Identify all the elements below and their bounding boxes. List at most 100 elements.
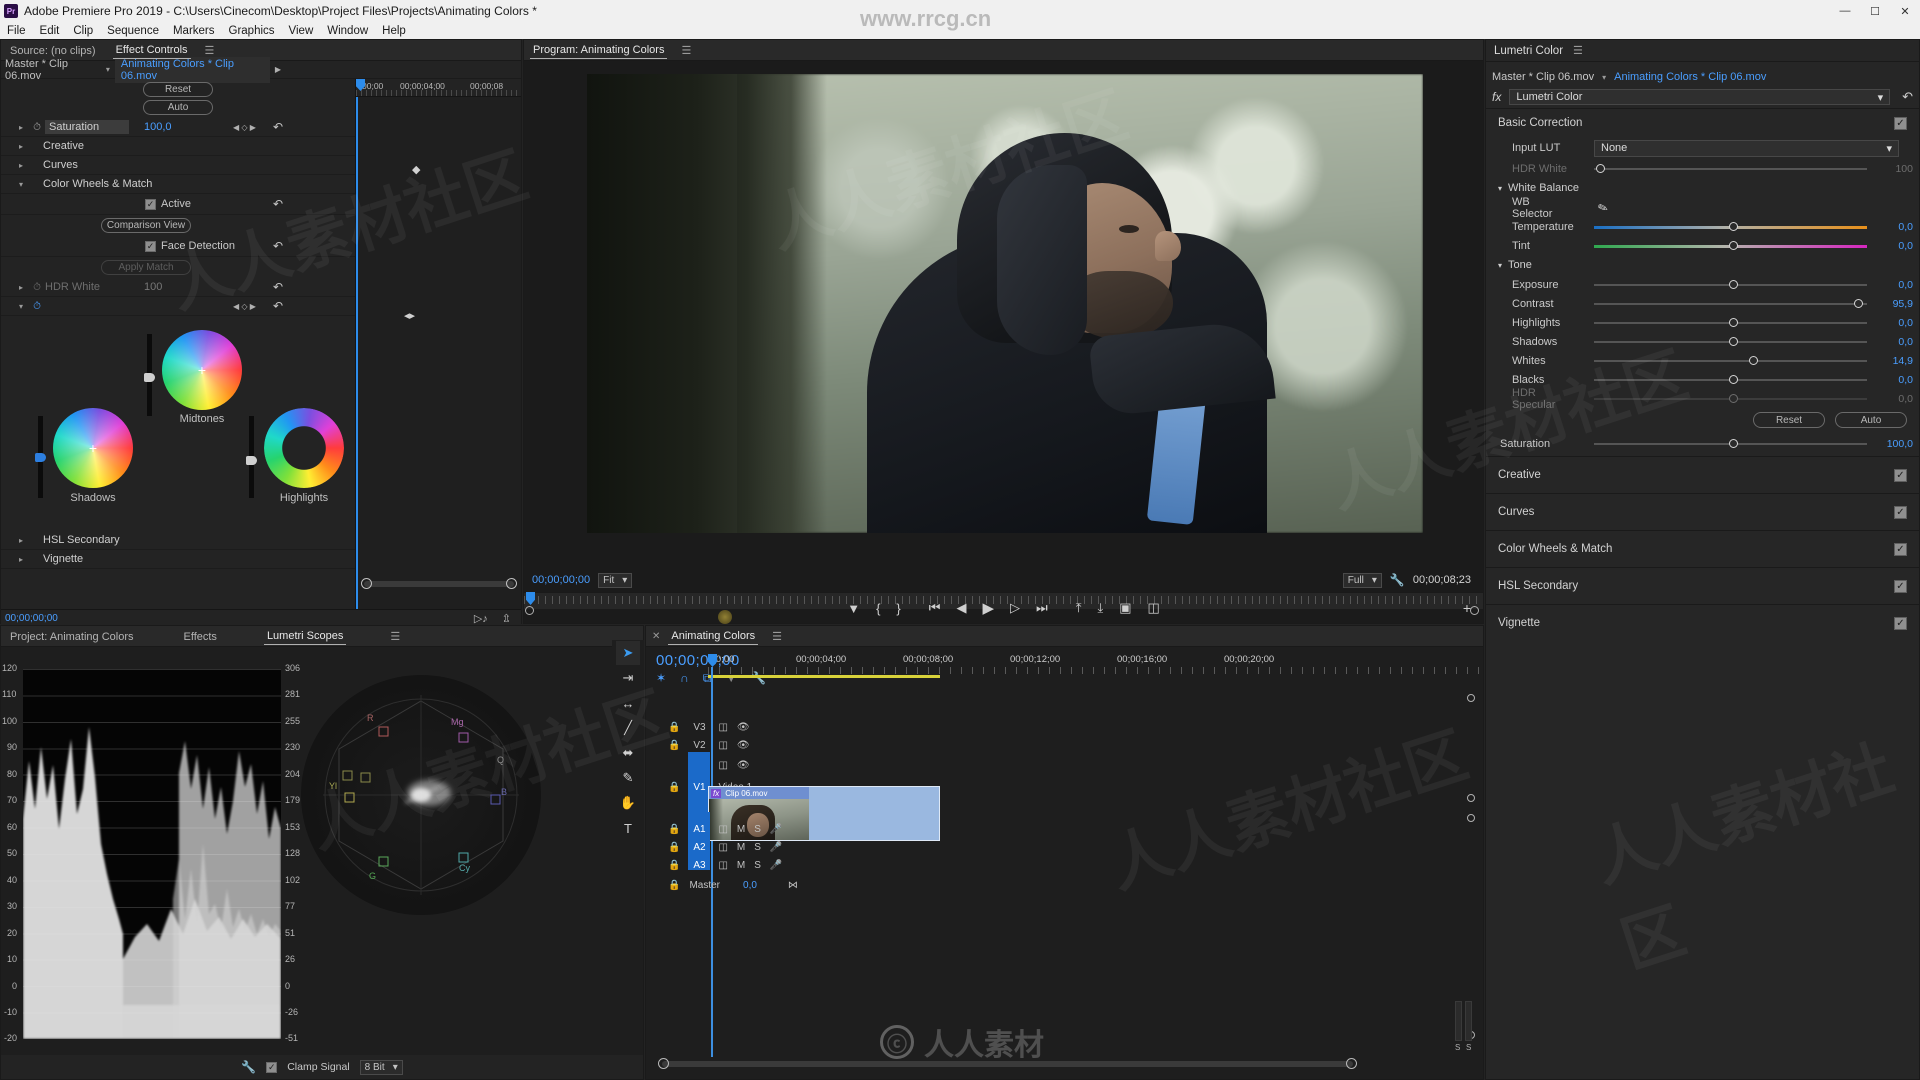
- target-track-icon[interactable]: ◫: [718, 860, 727, 871]
- ec-export-icon[interactable]: ⇫: [502, 612, 511, 625]
- nest-sequence-icon[interactable]: ✶: [656, 671, 666, 686]
- master-track-value[interactable]: 0,0: [743, 880, 757, 891]
- add-marker-icon[interactable]: ▼: [847, 601, 860, 616]
- program-quality-select[interactable]: Full ▾: [1342, 572, 1382, 588]
- minimize-button[interactable]: —: [1830, 0, 1860, 22]
- eye-icon[interactable]: 👁: [737, 740, 750, 751]
- ec-reset-param-icon[interactable]: ↶: [273, 239, 283, 253]
- track-header-a3[interactable]: 🔒 A3 ◫ M S 🎤: [668, 854, 868, 876]
- ec-timeline-ruler[interactable]: 00;00 00;00;04;00 00;00;08: [356, 79, 521, 97]
- voiceover-icon[interactable]: 🎤: [770, 842, 782, 853]
- eye-icon[interactable]: 👁: [737, 760, 750, 771]
- maximize-button[interactable]: ☐: [1860, 0, 1890, 22]
- row-shadows[interactable]: Shadows 0,0: [1486, 332, 1919, 351]
- stopwatch-icon[interactable]: ⏱: [29, 122, 45, 133]
- menu-item-markers[interactable]: Markers: [166, 25, 222, 37]
- bit-depth-select[interactable]: 8 Bit ▾: [359, 1059, 403, 1075]
- temperature-value[interactable]: 0,0: [1898, 221, 1913, 233]
- timeline-menu-icon[interactable]: ☰: [772, 630, 782, 643]
- selection-tool[interactable]: ➤: [616, 641, 640, 665]
- expand-arrow-icon[interactable]: ▸: [13, 123, 29, 132]
- voiceover-icon[interactable]: 🎤: [770, 860, 782, 871]
- program-current-timecode[interactable]: 00;00;00;00: [532, 574, 590, 586]
- whites-value[interactable]: 14,9: [1893, 355, 1913, 367]
- program-fit-select[interactable]: Fit ▾: [598, 572, 633, 588]
- extract-icon[interactable]: ⤓: [1097, 600, 1103, 616]
- target-track-icon[interactable]: ◫: [718, 722, 727, 733]
- wrench-icon[interactable]: 🔧: [1390, 573, 1405, 587]
- close-icon[interactable]: ✕: [652, 631, 660, 642]
- effect-controls-timeline[interactable]: 00;00 00;00;04;00 00;00;08 ◆ ◂▸: [356, 79, 521, 609]
- waveform-scope[interactable]: [23, 669, 281, 1039]
- row-wb-selector[interactable]: WB Selector ✎: [1486, 196, 1919, 220]
- ec-play-audio-icon[interactable]: ▷♪: [474, 612, 488, 625]
- menu-item-window[interactable]: Window: [320, 25, 375, 37]
- clamp-signal-checkbox[interactable]: ✓: [266, 1061, 278, 1073]
- row-temperature[interactable]: Temperature 0,0: [1486, 217, 1919, 236]
- row-exposure[interactable]: Exposure 0,0: [1486, 275, 1919, 294]
- shadows-luma-knob[interactable]: [35, 453, 46, 462]
- hsl-secondary-checkbox[interactable]: ✓: [1894, 579, 1907, 593]
- blacks-knob[interactable]: [1728, 375, 1738, 384]
- blacks-value[interactable]: 0,0: [1898, 374, 1913, 386]
- collapse-arrow-icon[interactable]: ▾: [1498, 184, 1502, 193]
- highlights-value[interactable]: 0,0: [1898, 317, 1913, 329]
- chevron-down-icon[interactable]: ▾: [1602, 73, 1606, 82]
- play-icon[interactable]: ▶: [982, 599, 994, 617]
- ec-row-curves[interactable]: ▸ Curves: [1, 156, 355, 175]
- midtones-handle[interactable]: +: [198, 363, 206, 377]
- slip-tool[interactable]: ⬌: [616, 741, 640, 765]
- lock-icon[interactable]: 🔒: [668, 842, 680, 853]
- collapse-arrow-icon[interactable]: ▾: [13, 180, 29, 189]
- program-video-frame[interactable]: [587, 74, 1423, 533]
- mute-button-a1[interactable]: M: [737, 824, 745, 835]
- row-tint[interactable]: Tint 0,0: [1486, 236, 1919, 255]
- basic-correction-header[interactable]: Basic Correction ✓: [1486, 109, 1919, 137]
- section-hsl-secondary[interactable]: HSL Secondary ✓: [1486, 567, 1919, 604]
- ec-row-color-wheels-match[interactable]: ▾ Color Wheels & Match: [1, 175, 355, 194]
- shadows-knob[interactable]: [1728, 337, 1738, 346]
- audio-meter-label-left[interactable]: S: [1455, 1043, 1460, 1052]
- timeline-scroll-handle-mid[interactable]: [1467, 794, 1475, 802]
- track-label-v1[interactable]: V1: [689, 782, 709, 793]
- track-label-v2[interactable]: V2: [689, 740, 709, 751]
- hand-tool[interactable]: ✋: [616, 791, 640, 815]
- tab-sequence[interactable]: Animating Colors: [668, 627, 759, 645]
- input-lut-select[interactable]: None ▾: [1594, 139, 1899, 157]
- ec-reset-param-icon[interactable]: ↶: [273, 197, 283, 211]
- track-header-master[interactable]: 🔒 Master 0,0 ⋈: [668, 874, 888, 896]
- checkbox-icon[interactable]: ✓: [145, 198, 156, 210]
- tint-value[interactable]: 0,0: [1898, 240, 1913, 252]
- voiceover-icon[interactable]: 🎤: [770, 824, 782, 835]
- section-vignette[interactable]: Vignette ✓: [1486, 604, 1919, 641]
- master-meter-icon[interactable]: ⋈: [788, 880, 798, 891]
- ec-keyframe-nav[interactable]: ◀ ◇ ▶: [233, 123, 256, 132]
- step-back-icon[interactable]: ◀: [956, 600, 966, 616]
- track-select-forward-tool[interactable]: ⇥: [616, 666, 640, 690]
- track-label-a2[interactable]: A2: [689, 842, 709, 853]
- expand-arrow-icon[interactable]: ▸: [13, 536, 29, 545]
- solo-button-a3[interactable]: S: [754, 860, 761, 871]
- basic-correction-checkbox[interactable]: ✓: [1894, 116, 1907, 130]
- ec-reset-param-icon[interactable]: ↶: [273, 280, 283, 294]
- tone-reset-button[interactable]: Reset: [1753, 412, 1825, 428]
- collapse-arrow-icon[interactable]: ▾: [13, 302, 29, 311]
- timeline-scroll-handle-low[interactable]: [1467, 814, 1475, 822]
- highlights-color-wheel[interactable]: [264, 408, 344, 488]
- timeline-zoom-scrollbar[interactable]: [658, 1058, 1357, 1069]
- ec-expand-icon[interactable]: ▶: [275, 65, 281, 74]
- ec-row-vignette[interactable]: ▸ Vignette: [1, 550, 355, 569]
- go-to-in-icon[interactable]: ⏮: [929, 600, 941, 616]
- ec-checkbox-active-wrap[interactable]: ✓ Active: [145, 198, 191, 210]
- creative-checkbox[interactable]: ✓: [1894, 468, 1907, 482]
- tone-auto-button[interactable]: Auto: [1835, 412, 1907, 428]
- chevron-down-icon[interactable]: ▾: [106, 65, 110, 74]
- highlights-luma-knob[interactable]: [246, 456, 257, 465]
- mute-button-a3[interactable]: M: [737, 860, 745, 871]
- scopes-menu-icon[interactable]: ☰: [390, 630, 400, 643]
- expand-arrow-icon[interactable]: ▸: [13, 161, 29, 170]
- tab-lumetri-scopes[interactable]: Lumetri Scopes: [263, 627, 347, 645]
- lumetri-sequence-clip[interactable]: Animating Colors * Clip 06.mov: [1614, 71, 1766, 83]
- ec-keyframe-pair[interactable]: ◂▸: [404, 309, 415, 322]
- menu-item-help[interactable]: Help: [375, 25, 413, 37]
